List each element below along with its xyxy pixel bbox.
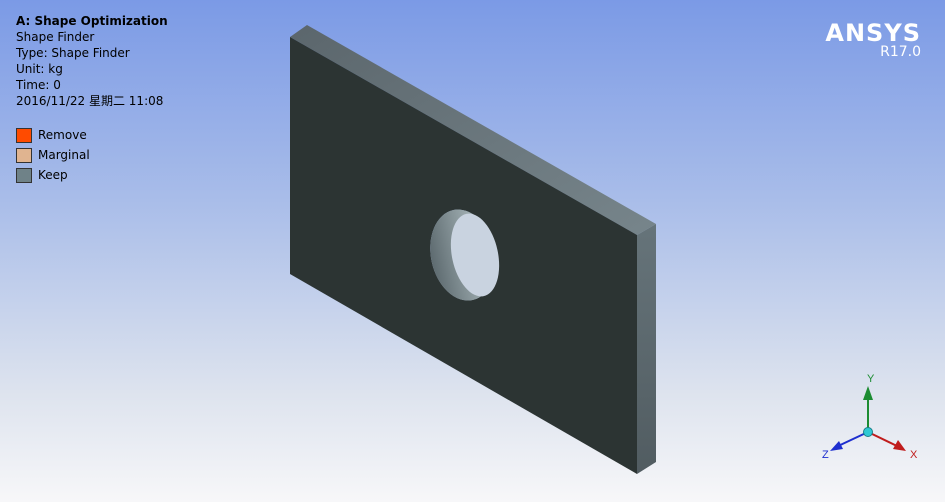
result-legend[interactable]: Remove Marginal Keep [16, 125, 90, 185]
result-timestamp: 2016/11/22 星期二 11:08 [16, 94, 164, 108]
legend-item-keep[interactable]: Keep [16, 165, 90, 185]
result-unit: Unit: kg [16, 62, 63, 76]
result-name: Shape Finder [16, 30, 95, 44]
result-info-panel: A: Shape Optimization Shape Finder Type:… [16, 13, 168, 109]
x-axis-arrow [893, 440, 906, 451]
result-time: Time: 0 [16, 78, 61, 92]
triad-origin [863, 427, 873, 437]
legend-swatch-marginal [16, 147, 32, 163]
ansys-logo: ANSYS R17.0 [825, 20, 921, 60]
legend-swatch-remove [16, 127, 32, 143]
legend-label-keep: Keep [38, 168, 68, 182]
legend-item-marginal[interactable]: Marginal [16, 145, 90, 165]
plate-side-face [637, 224, 656, 474]
z-axis-label: Z [822, 449, 829, 461]
result-title: A: Shape Optimization [16, 14, 168, 28]
logo-brand: ANSYS [825, 19, 921, 47]
legend-label-remove: Remove [38, 128, 87, 142]
z-axis-arrow [830, 441, 843, 451]
plate-model[interactable] [290, 25, 656, 474]
axis-triad[interactable]: Y Z X [822, 373, 918, 461]
legend-label-marginal: Marginal [38, 148, 90, 162]
legend-swatch-keep [16, 167, 32, 183]
result-type: Type: Shape Finder [16, 46, 130, 60]
y-axis-arrow [863, 386, 873, 400]
x-axis-label: X [910, 449, 918, 461]
legend-item-remove[interactable]: Remove [16, 125, 90, 145]
y-axis-label: Y [867, 373, 875, 385]
x-axis-line [867, 431, 900, 448]
